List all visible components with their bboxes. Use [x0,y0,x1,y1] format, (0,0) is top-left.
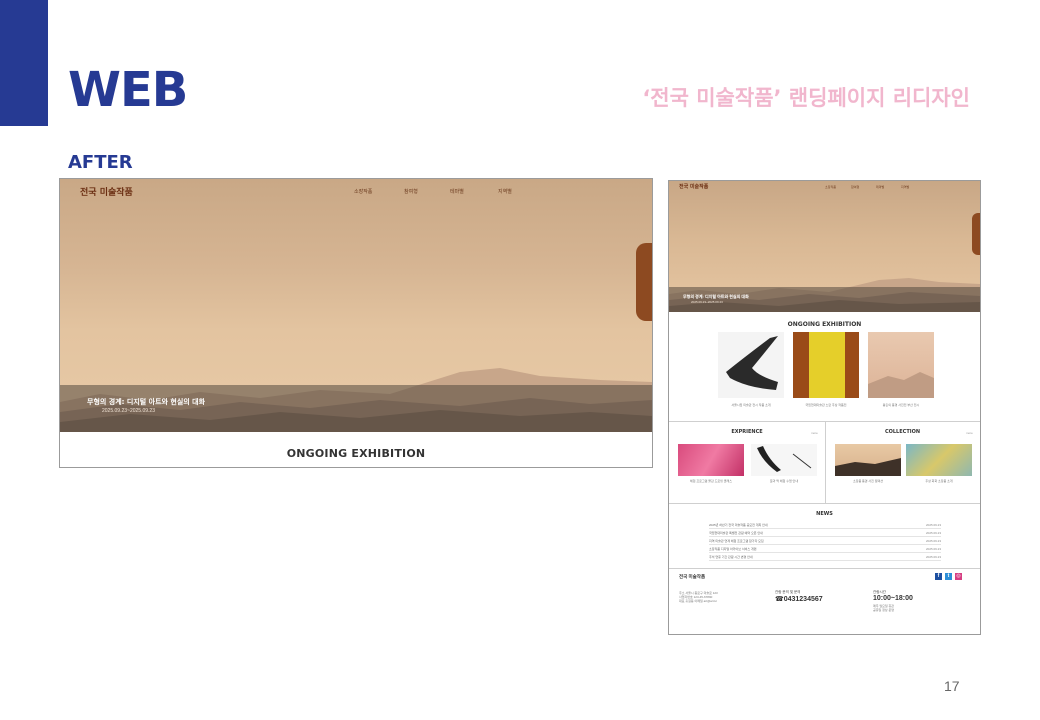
collection-caption: 소장품 풍경 사진 컬렉션 [852,479,884,483]
news-item-text: 지역 미술관 연계 체험 프로그램 참가자 모집 [709,539,764,543]
footer-address-line: 대표 홍길동 이메일 art@art.kr [679,599,717,603]
ongoing-exhibition-title: ONGOING EXHIBITION [286,447,426,460]
accent-bar [0,0,48,126]
side-slide-tab-small[interactable] [972,213,980,255]
footer-hours-note: 공휴일 정상 운영 [873,608,894,612]
desktop-mockup-large: 전국 미술작품 소장작품 참여형 테마별 지역별 무형의 경계: 디지털 아트와… [59,178,653,468]
instagram-icon[interactable]: ◎ [955,573,962,580]
section-divider [669,503,980,504]
artwork-caption: 황혼의 풍경 사진전 부산 전시 [882,403,920,407]
hero-banner-small: 전국 미술작품 소장작품 참여형 테마별 지역별 무형의 경계: 디지털 아트와… [669,181,980,312]
collection-caption: 추상 회화 소장품 소개 [925,479,953,483]
section-label: AFTER [68,152,133,173]
artwork-thumbnail[interactable] [718,332,784,398]
nav-item-region[interactable]: 지역별 [498,188,512,195]
ongoing-exhibition-title-small: ONGOING EXHIBITION [787,321,862,328]
news-item-date: 2025.09.23 [925,539,941,543]
site-logo[interactable]: 전국 미술작품 [80,185,133,198]
footer-logo[interactable]: 전국 미술작품 [679,574,705,580]
experience-caption: 붓과 먹 체험 수업 안내 [769,479,799,483]
nav-item-theme-small[interactable]: 테마별 [876,185,884,189]
site-logo-small[interactable]: 전국 미술작품 [679,183,708,190]
artwork-thumbnail[interactable] [868,332,934,398]
collection-more-link[interactable]: more [966,431,973,435]
news-item-date: 2025.09.23 [925,523,941,527]
nav-item-region-small[interactable]: 지역별 [901,185,909,189]
news-item[interactable]: 지역 미술관 연계 체험 프로그램 참가자 모집 2025.09.23 [709,539,941,545]
hero-date-small: 2025.09.23~2025.09.23 [691,300,723,304]
slide-subtitle: ‘전국 미술작품’ 랜딩페이지 리디자인 [642,86,970,110]
collection-thumbnail[interactable] [835,444,901,476]
nav-item-theme[interactable]: 테마별 [450,188,464,195]
twitter-icon[interactable]: t [945,573,952,580]
side-slide-tab[interactable] [636,243,652,321]
news-item-date: 2025.09.23 [925,531,941,535]
news-item[interactable]: 추석 연휴 기간 관람 시간 변경 안내 2025.09.23 [709,555,941,561]
footer-divider [669,568,980,569]
artwork-caption: 서울시립 미술관 전시 작품 소개 [731,403,771,407]
hero-title: 무형의 경계: 디지털 아트와 현실의 대화 [87,398,206,406]
artwork-caption: 국립현대미술관 노란 추상 작품전 [805,403,847,407]
news-item-date: 2025.09.23 [925,547,941,551]
news-item-text: 2025년 하반기 전국 미술작품 공모전 개최 안내 [709,523,768,527]
page-number: 17 [944,678,960,694]
experience-thumbnail[interactable] [751,444,817,476]
nav-item-collection[interactable]: 소장작품 [354,188,372,195]
experience-more-link[interactable]: more [811,431,818,435]
desktop-mockup-full: 전국 미술작품 소장작품 참여형 테마별 지역별 무형의 경계: 디지털 아트와… [668,180,981,635]
facebook-icon[interactable]: f [935,573,942,580]
news-item[interactable]: 국립현대미술관 특별전 관람 예약 오픈 안내 2025.09.23 [709,531,941,537]
experience-caption: 체험 프로그램 물감 드로잉 클래스 [690,479,732,483]
nav-item-participation-small[interactable]: 참여형 [851,185,859,189]
slide-heading: WEB [68,62,188,118]
nav-item-participation[interactable]: 참여형 [404,188,418,195]
artwork-thumbnail[interactable] [793,332,859,398]
news-title: NEWS [816,511,833,517]
news-item-date: 2025.09.23 [925,555,941,559]
experience-title: EXPRIENCE [731,429,763,435]
news-item-text: 소장작품 디지털 아카이브 서비스 개편 [709,547,757,551]
footer-phone[interactable]: ☎0431234567 [775,595,823,603]
hero-banner: 전국 미술작품 소장작품 참여형 테마별 지역별 무형의 경계: 디지털 아트와… [60,179,652,432]
news-item[interactable]: 소장작품 디지털 아카이브 서비스 개편 2025.09.23 [709,547,941,553]
news-item[interactable]: 2025년 하반기 전국 미술작품 공모전 개최 안내 2025.09.23 [709,523,941,529]
experience-thumbnail[interactable] [678,444,744,476]
footer-hours: 10:00~18:00 [873,595,913,602]
hero-date: 2025.09.23~2025.09.23 [102,408,155,414]
collection-thumbnail[interactable] [906,444,972,476]
news-item-text: 추석 연휴 기간 관람 시간 변경 안내 [709,555,753,559]
news-item-text: 국립현대미술관 특별전 관람 예약 오픈 안내 [709,531,763,535]
slide: WEB ‘전국 미술작품’ 랜딩페이지 리디자인 AFTER 전국 미술작품 소… [0,0,1040,720]
collection-title: COLLECTION [884,429,921,435]
nav-item-collection-small[interactable]: 소장작품 [825,185,836,189]
